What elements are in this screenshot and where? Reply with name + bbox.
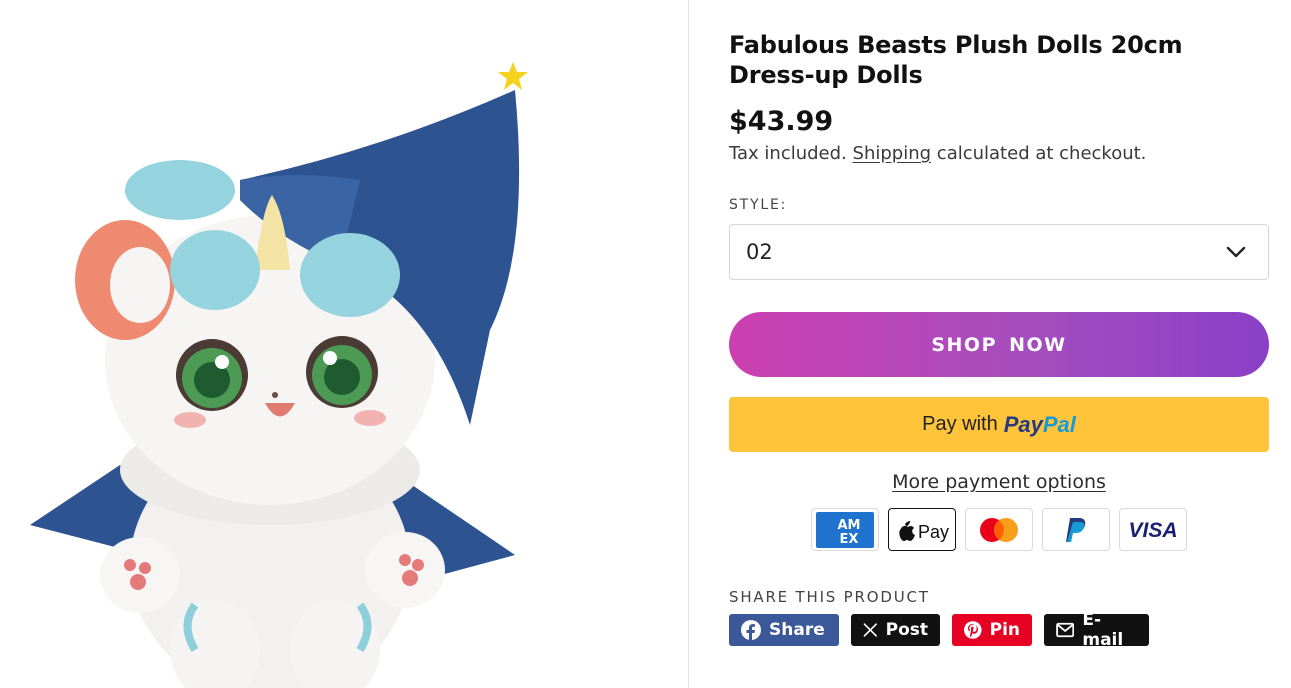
product-price: $43.99	[729, 106, 834, 137]
share-email-button[interactable]: E-mail	[1044, 610, 1149, 650]
mastercard-icon	[965, 508, 1033, 551]
svg-text:VISA: VISA	[1128, 519, 1177, 542]
apple-pay-icon: Pay	[888, 508, 956, 551]
tax-prefix: Tax included.	[729, 143, 847, 164]
paypal-prefix: Pay with	[922, 413, 998, 435]
tax-note: Tax included. Shipping calculated at che…	[729, 142, 1269, 166]
share-pinterest-label: Pin	[989, 620, 1020, 640]
amex-icon: AM EX	[811, 508, 879, 551]
visa-icon: VISA	[1119, 508, 1187, 551]
share-facebook-label: Share	[769, 620, 825, 640]
paypal-button[interactable]: Pay with Pay Pal	[729, 397, 1269, 452]
product-image[interactable]	[0, 0, 688, 688]
paypal-logo-pay: Pay	[1003, 411, 1043, 437]
tax-suffix: calculated at checkout.	[936, 143, 1147, 164]
svg-text:Pay: Pay	[918, 522, 949, 542]
share-buttons: Share Post Pin E-mail	[729, 610, 1269, 650]
paypal-logo-pal: Pal	[1042, 411, 1076, 437]
product-info: Fabulous Beasts Plush Dolls 20cm Dress-u…	[729, 30, 1269, 650]
paypal-icon	[1042, 508, 1110, 551]
more-payment-options-link[interactable]: More payment options	[729, 469, 1269, 495]
style-selected-value: 02	[746, 240, 773, 264]
style-label: STYLE:	[729, 197, 788, 213]
svg-text:EX: EX	[840, 532, 859, 547]
share-x-label: Post	[885, 620, 928, 640]
column-divider	[688, 0, 689, 688]
svg-text:AM: AM	[838, 518, 861, 533]
plush-doll-illustration	[30, 62, 528, 688]
share-email-label: E-mail	[1082, 610, 1124, 650]
email-icon	[1056, 622, 1075, 638]
payment-icons: AM EX Pay VISA	[729, 508, 1269, 551]
x-icon	[863, 623, 877, 637]
shop-now-button[interactable]: SHOP NOW	[729, 312, 1269, 377]
pinterest-icon	[964, 621, 982, 639]
share-pinterest-button[interactable]: Pin	[952, 614, 1032, 646]
chevron-down-icon	[1226, 246, 1246, 258]
style-select[interactable]: 02	[729, 224, 1269, 280]
facebook-icon	[741, 620, 761, 640]
shipping-link[interactable]: Shipping	[853, 143, 932, 164]
share-facebook-button[interactable]: Share	[729, 614, 839, 646]
share-label: SHARE THIS PRODUCT	[729, 588, 930, 606]
product-title: Fabulous Beasts Plush Dolls 20cm Dress-u…	[729, 31, 1183, 89]
share-x-button[interactable]: Post	[851, 614, 940, 646]
